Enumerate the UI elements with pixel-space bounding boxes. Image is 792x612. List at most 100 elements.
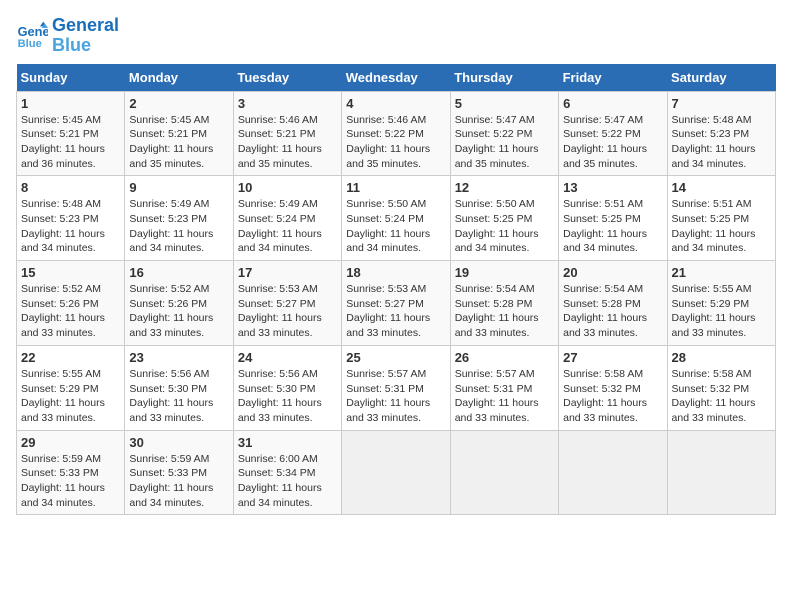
calendar-week-row: 1 Sunrise: 5:45 AM Sunset: 5:21 PM Daylig… xyxy=(17,91,776,176)
calendar-week-row: 22 Sunrise: 5:55 AM Sunset: 5:29 PM Dayli… xyxy=(17,345,776,430)
weekday-header: Tuesday xyxy=(233,64,341,92)
calendar-cell: 16Sunrise: 5:52 AM Sunset: 5:26 PM Dayli… xyxy=(125,261,233,346)
day-info: Sunrise: 5:45 AM Sunset: 5:21 PM Dayligh… xyxy=(129,113,228,172)
day-info: Sunrise: 5:59 AM Sunset: 5:33 PM Dayligh… xyxy=(129,452,228,511)
day-info: Sunrise: 5:49 AM Sunset: 5:24 PM Dayligh… xyxy=(238,197,337,256)
weekday-header: Saturday xyxy=(667,64,775,92)
day-number: 8 xyxy=(21,180,120,195)
calendar-table: SundayMondayTuesdayWednesdayThursdayFrid… xyxy=(16,64,776,516)
calendar-cell: 4 Sunrise: 5:46 AM Sunset: 5:22 PM Daylig… xyxy=(342,91,450,176)
day-info: Sunrise: 5:56 AM Sunset: 5:30 PM Dayligh… xyxy=(129,367,228,426)
day-info: Sunrise: 5:55 AM Sunset: 5:29 PM Dayligh… xyxy=(672,282,771,341)
day-number: 20 xyxy=(563,265,662,280)
weekday-header: Wednesday xyxy=(342,64,450,92)
day-number: 10 xyxy=(238,180,337,195)
day-number: 9 xyxy=(129,180,228,195)
calendar-cell: 8 Sunrise: 5:48 AM Sunset: 5:23 PM Daylig… xyxy=(17,176,125,261)
day-number: 21 xyxy=(672,265,771,280)
calendar-cell: 23Sunrise: 5:56 AM Sunset: 5:30 PM Dayli… xyxy=(125,345,233,430)
calendar-cell: 15Sunrise: 5:52 AM Sunset: 5:26 PM Dayli… xyxy=(17,261,125,346)
day-info: Sunrise: 6:00 AM Sunset: 5:34 PM Dayligh… xyxy=(238,452,337,511)
calendar-cell: 21 Sunrise: 5:55 AM Sunset: 5:29 PM Dayli… xyxy=(667,261,775,346)
calendar-cell: 12 Sunrise: 5:50 AM Sunset: 5:25 PM Dayli… xyxy=(450,176,558,261)
calendar-cell: 7Sunrise: 5:48 AM Sunset: 5:23 PM Daylig… xyxy=(667,91,775,176)
calendar-cell: 19 Sunrise: 5:54 AM Sunset: 5:28 PM Dayli… xyxy=(450,261,558,346)
day-number: 27 xyxy=(563,350,662,365)
day-info: Sunrise: 5:55 AM Sunset: 5:29 PM Dayligh… xyxy=(21,367,120,426)
day-number: 22 xyxy=(21,350,120,365)
calendar-cell: 30 Sunrise: 5:59 AM Sunset: 5:33 PM Dayli… xyxy=(125,430,233,515)
day-number: 11 xyxy=(346,180,445,195)
calendar-cell xyxy=(342,430,450,515)
day-info: Sunrise: 5:57 AM Sunset: 5:31 PM Dayligh… xyxy=(455,367,554,426)
day-number: 13 xyxy=(563,180,662,195)
day-number: 1 xyxy=(21,96,120,111)
day-number: 30 xyxy=(129,435,228,450)
day-info: Sunrise: 5:52 AM Sunset: 5:26 PM Dayligh… xyxy=(21,282,120,341)
day-info: Sunrise: 5:54 AM Sunset: 5:28 PM Dayligh… xyxy=(455,282,554,341)
day-number: 31 xyxy=(238,435,337,450)
calendar-cell: 28 Sunrise: 5:58 AM Sunset: 5:32 PM Dayli… xyxy=(667,345,775,430)
weekday-header: Thursday xyxy=(450,64,558,92)
calendar-cell: 17 Sunrise: 5:53 AM Sunset: 5:27 PM Dayli… xyxy=(233,261,341,346)
calendar-cell: 25Sunrise: 5:57 AM Sunset: 5:31 PM Dayli… xyxy=(342,345,450,430)
weekday-header: Friday xyxy=(559,64,667,92)
day-number: 14 xyxy=(672,180,771,195)
calendar-cell: 18Sunrise: 5:53 AM Sunset: 5:27 PM Dayli… xyxy=(342,261,450,346)
day-number: 2 xyxy=(129,96,228,111)
day-number: 3 xyxy=(238,96,337,111)
day-number: 28 xyxy=(672,350,771,365)
calendar-week-row: 29 Sunrise: 5:59 AM Sunset: 5:33 PM Dayli… xyxy=(17,430,776,515)
day-info: Sunrise: 5:50 AM Sunset: 5:24 PM Dayligh… xyxy=(346,197,445,256)
day-number: 29 xyxy=(21,435,120,450)
calendar-cell: 11 Sunrise: 5:50 AM Sunset: 5:24 PM Dayli… xyxy=(342,176,450,261)
calendar-cell xyxy=(450,430,558,515)
day-number: 4 xyxy=(346,96,445,111)
day-info: Sunrise: 5:46 AM Sunset: 5:22 PM Dayligh… xyxy=(346,113,445,172)
day-info: Sunrise: 5:45 AM Sunset: 5:21 PM Dayligh… xyxy=(21,113,120,172)
calendar-cell: 26Sunrise: 5:57 AM Sunset: 5:31 PM Dayli… xyxy=(450,345,558,430)
day-info: Sunrise: 5:58 AM Sunset: 5:32 PM Dayligh… xyxy=(672,367,771,426)
day-info: Sunrise: 5:53 AM Sunset: 5:27 PM Dayligh… xyxy=(346,282,445,341)
day-number: 12 xyxy=(455,180,554,195)
weekday-header-row: SundayMondayTuesdayWednesdayThursdayFrid… xyxy=(17,64,776,92)
day-info: Sunrise: 5:51 AM Sunset: 5:25 PM Dayligh… xyxy=(563,197,662,256)
logo-icon: General Blue xyxy=(16,20,48,52)
day-info: Sunrise: 5:47 AM Sunset: 5:22 PM Dayligh… xyxy=(563,113,662,172)
weekday-header: Sunday xyxy=(17,64,125,92)
calendar-cell: 24Sunrise: 5:56 AM Sunset: 5:30 PM Dayli… xyxy=(233,345,341,430)
day-info: Sunrise: 5:51 AM Sunset: 5:25 PM Dayligh… xyxy=(672,197,771,256)
day-info: Sunrise: 5:56 AM Sunset: 5:30 PM Dayligh… xyxy=(238,367,337,426)
calendar-cell: 14 Sunrise: 5:51 AM Sunset: 5:25 PM Dayli… xyxy=(667,176,775,261)
calendar-week-row: 15Sunrise: 5:52 AM Sunset: 5:26 PM Dayli… xyxy=(17,261,776,346)
day-number: 6 xyxy=(563,96,662,111)
day-number: 17 xyxy=(238,265,337,280)
page-header: General Blue General Blue xyxy=(16,16,776,56)
calendar-cell: 9 Sunrise: 5:49 AM Sunset: 5:23 PM Daylig… xyxy=(125,176,233,261)
day-number: 7 xyxy=(672,96,771,111)
calendar-cell: 22 Sunrise: 5:55 AM Sunset: 5:29 PM Dayli… xyxy=(17,345,125,430)
day-info: Sunrise: 5:49 AM Sunset: 5:23 PM Dayligh… xyxy=(129,197,228,256)
calendar-cell: 1 Sunrise: 5:45 AM Sunset: 5:21 PM Daylig… xyxy=(17,91,125,176)
day-info: Sunrise: 5:53 AM Sunset: 5:27 PM Dayligh… xyxy=(238,282,337,341)
calendar-cell xyxy=(667,430,775,515)
day-number: 19 xyxy=(455,265,554,280)
calendar-cell: 29 Sunrise: 5:59 AM Sunset: 5:33 PM Dayli… xyxy=(17,430,125,515)
day-info: Sunrise: 5:59 AM Sunset: 5:33 PM Dayligh… xyxy=(21,452,120,511)
weekday-header: Monday xyxy=(125,64,233,92)
calendar-week-row: 8 Sunrise: 5:48 AM Sunset: 5:23 PM Daylig… xyxy=(17,176,776,261)
calendar-cell: 3 Sunrise: 5:46 AM Sunset: 5:21 PM Daylig… xyxy=(233,91,341,176)
day-info: Sunrise: 5:52 AM Sunset: 5:26 PM Dayligh… xyxy=(129,282,228,341)
day-info: Sunrise: 5:46 AM Sunset: 5:21 PM Dayligh… xyxy=(238,113,337,172)
day-number: 25 xyxy=(346,350,445,365)
day-info: Sunrise: 5:48 AM Sunset: 5:23 PM Dayligh… xyxy=(21,197,120,256)
day-info: Sunrise: 5:47 AM Sunset: 5:22 PM Dayligh… xyxy=(455,113,554,172)
calendar-cell: 5Sunrise: 5:47 AM Sunset: 5:22 PM Daylig… xyxy=(450,91,558,176)
logo: General Blue General Blue xyxy=(16,16,119,56)
day-info: Sunrise: 5:50 AM Sunset: 5:25 PM Dayligh… xyxy=(455,197,554,256)
day-info: Sunrise: 5:54 AM Sunset: 5:28 PM Dayligh… xyxy=(563,282,662,341)
calendar-cell xyxy=(559,430,667,515)
svg-text:Blue: Blue xyxy=(18,38,42,50)
calendar-cell: 27Sunrise: 5:58 AM Sunset: 5:32 PM Dayli… xyxy=(559,345,667,430)
calendar-cell: 31 Sunrise: 6:00 AM Sunset: 5:34 PM Dayli… xyxy=(233,430,341,515)
